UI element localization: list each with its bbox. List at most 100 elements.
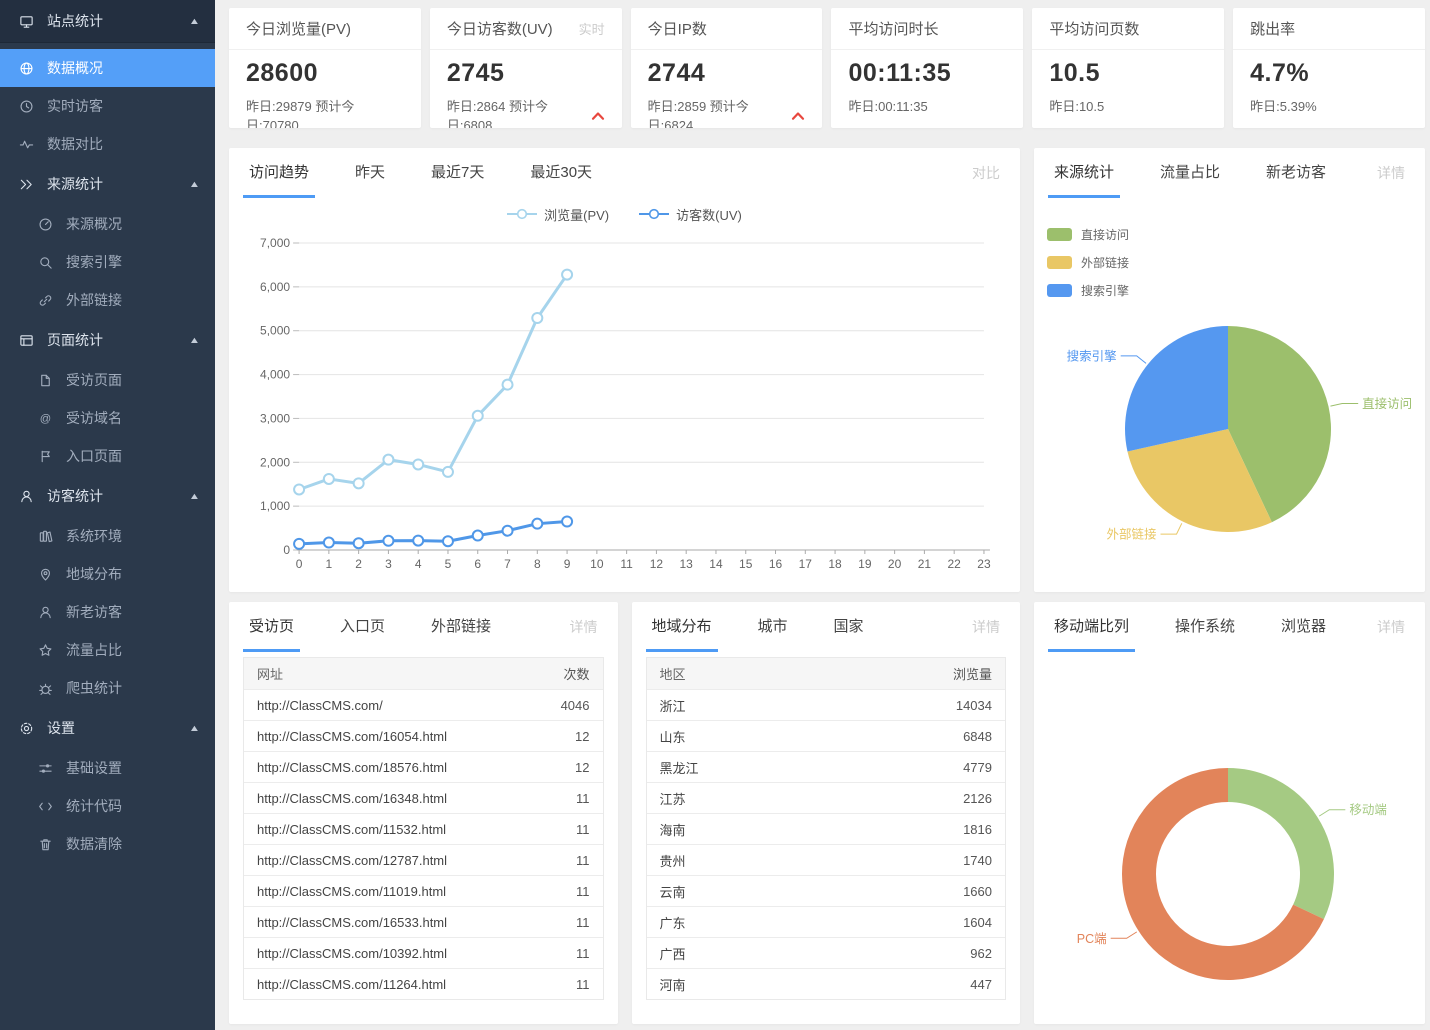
source-tab-0[interactable]: 来源统计 [1054,148,1114,198]
star-icon [37,642,53,658]
card-value: 4.7% [1233,50,1425,88]
card-compare: 昨日:00:11:35 [848,96,927,115]
sidebar-group-0[interactable]: 站点统计 ▲ [0,0,215,43]
region-tab-2[interactable]: 国家 [834,602,864,652]
sidebar-item-2-2[interactable]: 入口页面 [0,437,215,475]
pin-icon [37,566,53,582]
sidebar-item-0-0[interactable]: 数据概况 [0,49,215,87]
code-icon [37,798,53,814]
legend-item[interactable]: 直接访问 [1047,226,1129,243]
device-tabs: 移动端比列操作系统 浏览器 详情 [1034,602,1425,652]
legend-item[interactable]: 访客数(UV) [639,205,742,224]
device-tab-0[interactable]: 移动端比列 [1054,602,1129,652]
region-action-link[interactable]: 详情 [972,617,1000,637]
svg-text:5: 5 [445,557,452,571]
sidebar-item-label: 来源概况 [66,214,122,234]
device-tab-1[interactable]: 操作系统 [1175,602,1235,652]
sidebar-item-label: 外部链接 [66,290,122,310]
realtime-link[interactable]: 实时 [579,19,605,38]
table-row: 山东 6848 [647,720,1006,751]
card-value: 00:11:35 [831,50,1023,88]
user-icon [18,488,34,504]
books-icon [37,528,53,544]
legend-item[interactable]: 浏览量(PV) [507,205,609,224]
source-panel: 来源统计流量占比新老访客 详情 直接访问 外部链接 搜索引擎 直接访问 外部链接 … [1034,148,1425,592]
sidebar-item-3-0[interactable]: 系统环境 [0,517,215,555]
sidebar-item-2-0[interactable]: 受访页面 [0,361,215,399]
sidebar-item-2-1[interactable]: @ 受访域名 [0,399,215,437]
pages-tab-0[interactable]: 受访页 [249,602,294,652]
sliders-icon [37,760,53,776]
legend-item[interactable]: 搜索引擎 [1047,282,1129,299]
table-row: 广西 962 [647,937,1006,968]
source-action-link[interactable]: 详情 [1377,163,1405,183]
trend-tab-1[interactable]: 昨天 [355,148,385,198]
card-value: 2744 [631,50,823,88]
page-icon [37,372,53,388]
at-icon: @ [37,410,53,426]
search-icon [37,254,53,270]
chevrons-icon [18,176,34,192]
svg-text:13: 13 [680,557,694,571]
table-row: http://ClassCMS.com/10392.html 11 [244,937,603,968]
sidebar-group-2[interactable]: 页面统计 ▲ [0,319,215,361]
table-row: 云南 1660 [647,875,1006,906]
svg-text:@: @ [39,412,50,424]
region-tab-0[interactable]: 地域分布 [652,602,712,652]
sidebar-item-0-1[interactable]: 实时访客 [0,87,215,125]
svg-text:8: 8 [534,557,541,571]
svg-text:3,000: 3,000 [260,411,290,425]
device-action-link[interactable]: 详情 [1377,617,1405,637]
trend-tab-2[interactable]: 最近7天 [431,148,484,198]
table-row: http://ClassCMS.com/11019.html 11 [244,875,603,906]
svg-text:5,000: 5,000 [260,324,290,338]
sidebar-item-4-0[interactable]: 基础设置 [0,749,215,787]
svg-text:10: 10 [590,557,604,571]
sidebar: 站点统计 ▲ 数据概况 实时访客 数据对比 来源统计 ▲ 来源概况 搜索引擎 外… [0,0,215,1030]
svg-text:2: 2 [355,557,362,571]
legend-swatch [1047,284,1072,297]
trend-tab-0[interactable]: 访问趋势 [249,148,309,198]
sidebar-item-0-2[interactable]: 数据对比 [0,125,215,163]
sidebar-item-label: 新老访客 [66,602,122,622]
region-tab-1[interactable]: 城市 [758,602,788,652]
legend-item[interactable]: 外部链接 [1047,254,1129,271]
sidebar-item-4-1[interactable]: 统计代码 [0,787,215,825]
svg-text:20: 20 [888,557,902,571]
collapse-up-icon: ▲ [189,179,201,189]
table-row: http://ClassCMS.com/11264.html 11 [244,968,603,999]
table-header: 网址 次数 [244,658,603,689]
sidebar-item-1-0[interactable]: 来源概况 [0,205,215,243]
sidebar-item-3-2[interactable]: 新老访客 [0,593,215,631]
source-tab-2[interactable]: 新老访客 [1266,148,1326,198]
sidebar-group-1[interactable]: 来源统计 ▲ [0,163,215,205]
pages-tab-2[interactable]: 外部链接 [431,602,491,652]
sidebar-item-label: 地域分布 [66,564,122,584]
sidebar-item-3-4[interactable]: 爬虫统计 [0,669,215,707]
sidebar-item-1-2[interactable]: 外部链接 [0,281,215,319]
svg-text:2,000: 2,000 [260,455,290,469]
sidebar-item-label: 受访域名 [66,408,122,428]
sidebar-item-3-3[interactable]: 流量占比 [0,631,215,669]
source-pie-area: 直接访问 外部链接 搜索引擎 直接访问 外部链接 搜索引擎 [1034,198,1425,592]
sidebar-group-label: 站点统计 [47,11,103,31]
bug-icon [37,680,53,696]
stat-card-4: 平均访问页数 10.5 昨日:10.5 [1032,8,1224,128]
trend-tab-3[interactable]: 最近30天 [530,148,592,198]
pages-tab-1[interactable]: 入口页 [340,602,385,652]
svg-text:18: 18 [828,557,842,571]
device-tab-2[interactable]: 浏览器 [1281,602,1326,652]
sidebar-item-4-2[interactable]: 数据清除 [0,825,215,863]
user2-icon [37,604,53,620]
sidebar-group-4[interactable]: 设置 ▲ [0,707,215,749]
source-tab-1[interactable]: 流量占比 [1160,148,1220,198]
pages-action-link[interactable]: 详情 [570,617,598,637]
table-row: http://ClassCMS.com/16533.html 11 [244,906,603,937]
card-title: 今日访客数(UV) [447,18,553,39]
pages-table: 网址 次数 http://ClassCMS.com/ 4046 http://C… [243,657,604,1000]
sidebar-item-3-1[interactable]: 地域分布 [0,555,215,593]
trend-action-link[interactable]: 对比 [972,163,1000,183]
sidebar-group-3[interactable]: 访客统计 ▲ [0,475,215,517]
card-compare: 昨日:10.5 [1049,96,1104,115]
sidebar-item-1-1[interactable]: 搜索引擎 [0,243,215,281]
